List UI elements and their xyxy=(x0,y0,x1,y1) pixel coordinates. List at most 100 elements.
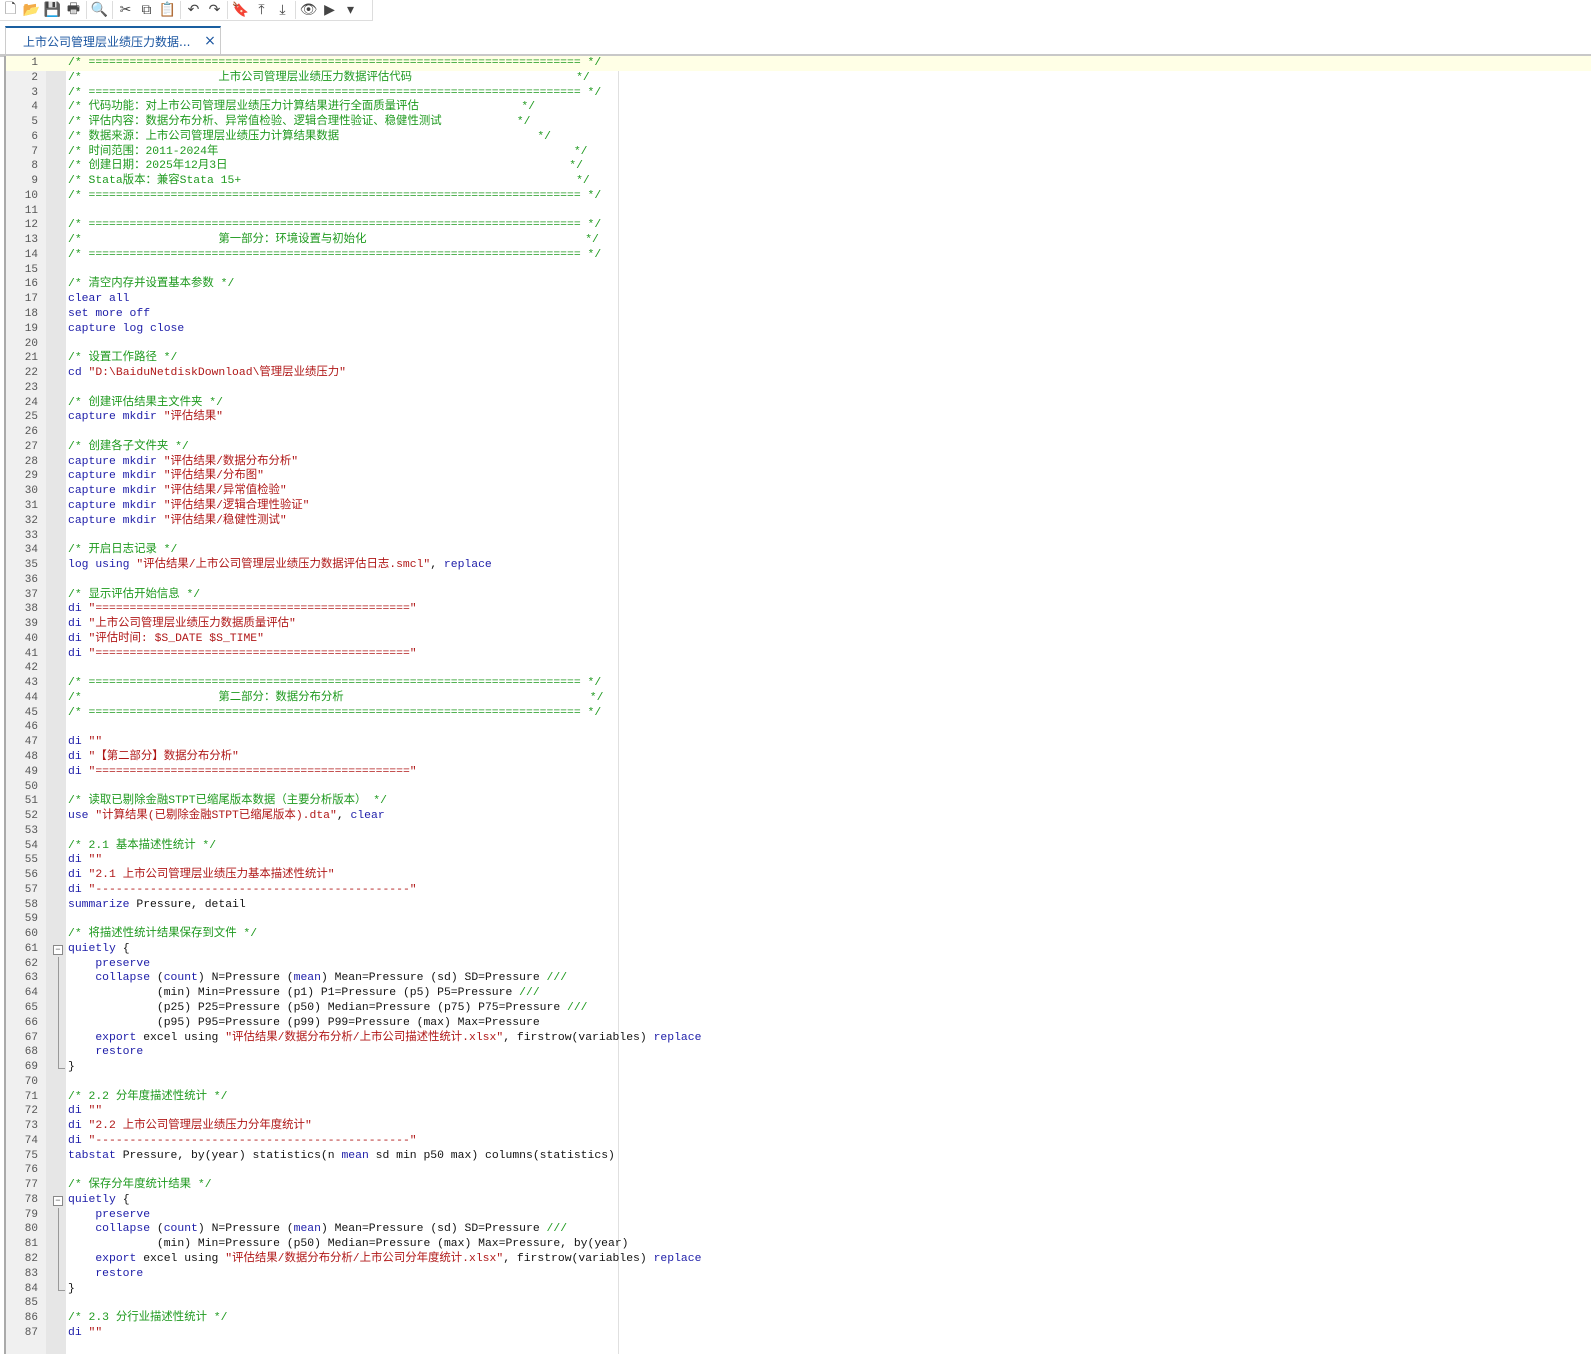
code-line[interactable]: 4 /* 代码功能：对上市公司管理层业绩压力计算结果进行全面质量评估 */ xyxy=(6,100,1591,115)
save-icon[interactable]: 💾 xyxy=(42,0,63,20)
open-folder-icon[interactable]: 📂 xyxy=(21,0,42,20)
code-line[interactable]: 37 /* 显示评估开始信息 */ xyxy=(6,588,1591,603)
code-line[interactable]: 52 use "计算结果(已剔除金融STPT已缩尾版本).dta", clear xyxy=(6,809,1591,824)
code-line[interactable]: 87 di "" xyxy=(6,1326,1591,1341)
cut-icon[interactable]: ✂ xyxy=(115,0,136,20)
code-line[interactable]: 69} xyxy=(6,1060,1591,1075)
code-line[interactable]: 27 /* 创建各子文件夹 */ xyxy=(6,440,1591,455)
code-line[interactable]: 30 capture mkdir "评估结果/异常值检验" xyxy=(6,484,1591,499)
code-line[interactable]: 59 xyxy=(6,912,1591,927)
code-line[interactable]: 75 tabstat Pressure, by(year) statistics(… xyxy=(6,1149,1591,1164)
code-line[interactable]: 23 xyxy=(6,381,1591,396)
code-line[interactable]: 9 /* Stata版本：兼容Stata 15+ */ xyxy=(6,174,1591,189)
code-line[interactable]: 32 capture mkdir "评估结果/稳健性测试" xyxy=(6,514,1591,529)
code-line[interactable]: 43 /* ===================================… xyxy=(6,676,1591,691)
code-line[interactable]: 70 xyxy=(6,1075,1591,1090)
code-line[interactable]: 8 /* 创建日期：2025年12月3日 */ xyxy=(6,159,1591,174)
execute-icon[interactable]: ▶ xyxy=(319,0,340,20)
code-line[interactable]: 76 xyxy=(6,1163,1591,1178)
execute-dropdown-icon[interactable]: ▾ xyxy=(340,0,361,20)
toggle-bookmark-icon[interactable]: 🔖 xyxy=(230,0,251,20)
code-line[interactable]: 41 di "==================================… xyxy=(6,647,1591,662)
code-line[interactable]: 73 di "2.2 上市公司管理层业绩压力分年度统计" xyxy=(6,1119,1591,1134)
code-line[interactable]: 21 /* 设置工作路径 */ xyxy=(6,351,1591,366)
previous-bookmark-icon[interactable]: ⤒ xyxy=(251,0,272,20)
code-line[interactable]: 67 export excel using "评估结果/数据分布分析/上市公司描… xyxy=(6,1030,1591,1046)
code-line[interactable]: 60 /* 将描述性统计结果保存到文件 */ xyxy=(6,927,1591,942)
code-line[interactable]: 17 clear all xyxy=(6,292,1591,307)
code-line[interactable]: 74 di "----------------------------------… xyxy=(6,1134,1591,1149)
undo-icon[interactable]: ↶ xyxy=(183,0,204,20)
code-line[interactable]: 51 /* 读取已剔除金融STPT已缩尾版本数据（主要分析版本） */ xyxy=(6,794,1591,809)
code-line[interactable]: 40 di "评估时间: $S_DATE $S_TIME" xyxy=(6,632,1591,647)
code-line[interactable]: 38 di "==================================… xyxy=(6,602,1591,617)
show-file-icon[interactable]: 👁 xyxy=(298,0,319,20)
paste-icon[interactable]: 📋 xyxy=(157,0,178,20)
code-line[interactable]: 13 /* 第一部分：环境设置与初始化 */ xyxy=(6,233,1591,248)
tab-do-file[interactable]: 上市公司管理层业绩压力数据... × xyxy=(5,26,221,54)
code-line[interactable]: 61 − quietly { xyxy=(6,942,1591,957)
code-line[interactable]: 26 xyxy=(6,425,1591,440)
code-line[interactable]: 29 capture mkdir "评估结果/分布图" xyxy=(6,469,1591,484)
code-line[interactable]: 66 (p95) P95=Pressure (p99) P99=Pressure… xyxy=(6,1015,1591,1031)
code-line[interactable]: 72 di "" xyxy=(6,1104,1591,1119)
code-line[interactable]: 47 di "" xyxy=(6,735,1591,750)
code-line[interactable]: 28 capture mkdir "评估结果/数据分布分析" xyxy=(6,455,1591,470)
code-line[interactable]: 64 (min) Min=Pressure (p1) P1=Pressure (… xyxy=(6,986,1591,1001)
code-line[interactable]: 25 capture mkdir "评估结果" xyxy=(6,410,1591,425)
code-line[interactable]: 58 summarize Pressure, detail xyxy=(6,898,1591,913)
code-line[interactable]: 36 xyxy=(6,573,1591,588)
code-line[interactable]: 20 xyxy=(6,337,1591,352)
code-line[interactable]: 1 /* ====================================… xyxy=(6,56,1591,71)
print-icon[interactable]: 🖶 xyxy=(63,0,84,20)
code-line[interactable]: 45 /* ===================================… xyxy=(6,706,1591,721)
code-line[interactable]: 68 restore xyxy=(6,1045,1591,1061)
fold-toggle-icon[interactable]: − xyxy=(53,1195,63,1206)
code-line[interactable]: 6 /* 数据来源：上市公司管理层业绩压力计算结果数据 */ xyxy=(6,130,1591,145)
code-line[interactable]: 71 /* 2.2 分年度描述性统计 */ xyxy=(6,1090,1591,1105)
code-line[interactable]: 16 /* 清空内存并设置基本参数 */ xyxy=(6,277,1591,292)
code-line[interactable]: 78 − quietly { xyxy=(6,1193,1591,1208)
code-line[interactable]: 15 xyxy=(6,263,1591,278)
code-line[interactable]: 14 /* ===================================… xyxy=(6,248,1591,263)
code-line[interactable]: 34 /* 开启日志记录 */ xyxy=(6,543,1591,558)
code-line[interactable]: 53 xyxy=(6,824,1591,839)
copy-icon[interactable]: ⧉ xyxy=(136,0,157,20)
code-editor[interactable]: 1 /* ====================================… xyxy=(4,56,1591,1354)
code-line[interactable]: 50 xyxy=(6,780,1591,795)
code-line[interactable]: 33 xyxy=(6,529,1591,544)
code-line[interactable]: 83 restore xyxy=(6,1266,1591,1282)
code-line[interactable]: 85 xyxy=(6,1296,1591,1311)
code-line[interactable]: 7 /* 时间范围：2011-2024年 */ xyxy=(6,145,1591,160)
code-line[interactable]: 12 /* ===================================… xyxy=(6,218,1591,233)
code-line[interactable]: 3 /* ====================================… xyxy=(6,86,1591,101)
code-line[interactable]: 5 /* 评估内容：数据分布分析、异常值检验、逻辑合理性验证、稳健性测试 */ xyxy=(6,115,1591,130)
code-line[interactable]: 42 xyxy=(6,661,1591,676)
code-line[interactable]: 54 /* 2.1 基本描述性统计 */ xyxy=(6,839,1591,854)
code-line[interactable]: 44 /* 第二部分：数据分布分析 */ xyxy=(6,691,1591,706)
code-line[interactable]: 22 cd "D:\BaiduNetdiskDownload\管理层业绩压力" xyxy=(6,366,1591,381)
code-line[interactable]: 24 /* 创建评估结果主文件夹 */ xyxy=(6,396,1591,411)
code-line[interactable]: 65 (p25) P25=Pressure (p50) Median=Press… xyxy=(6,1001,1591,1016)
code-line[interactable]: 62 preserve xyxy=(6,956,1591,972)
code-line[interactable]: 10 /* ===================================… xyxy=(6,189,1591,204)
redo-icon[interactable]: ↷ xyxy=(204,0,225,20)
close-icon[interactable]: × xyxy=(200,33,220,49)
code-line[interactable]: 56 di "2.1 上市公司管理层业绩压力基本描述性统计" xyxy=(6,868,1591,883)
code-line[interactable]: 31 capture mkdir "评估结果/逻辑合理性验证" xyxy=(6,499,1591,514)
code-line[interactable]: 77 /* 保存分年度统计结果 */ xyxy=(6,1178,1591,1193)
code-line[interactable]: 79 preserve xyxy=(6,1207,1591,1223)
code-line[interactable]: 80 collapse (count) N=Pressure (mean) Me… xyxy=(6,1222,1591,1238)
code-line[interactable]: 55 di "" xyxy=(6,853,1591,868)
code-line[interactable]: 18 set more off xyxy=(6,307,1591,322)
code-line[interactable]: 11 xyxy=(6,204,1591,219)
code-line[interactable]: 19 capture log close xyxy=(6,322,1591,337)
code-line[interactable]: 84} xyxy=(6,1281,1591,1297)
code-line[interactable]: 46 xyxy=(6,720,1591,735)
code-line[interactable]: 2 /* 上市公司管理层业绩压力数据评估代码 */ xyxy=(6,71,1591,86)
fold-toggle-icon[interactable]: − xyxy=(53,944,63,955)
find-icon[interactable]: 🔍 xyxy=(89,0,110,20)
code-line[interactable]: 81 (min) Min=Pressure (p50) Median=Press… xyxy=(6,1237,1591,1253)
code-line[interactable]: 39 di "上市公司管理层业绩压力数据质量评估" xyxy=(6,617,1591,632)
code-line[interactable]: 57 di "----------------------------------… xyxy=(6,883,1591,898)
